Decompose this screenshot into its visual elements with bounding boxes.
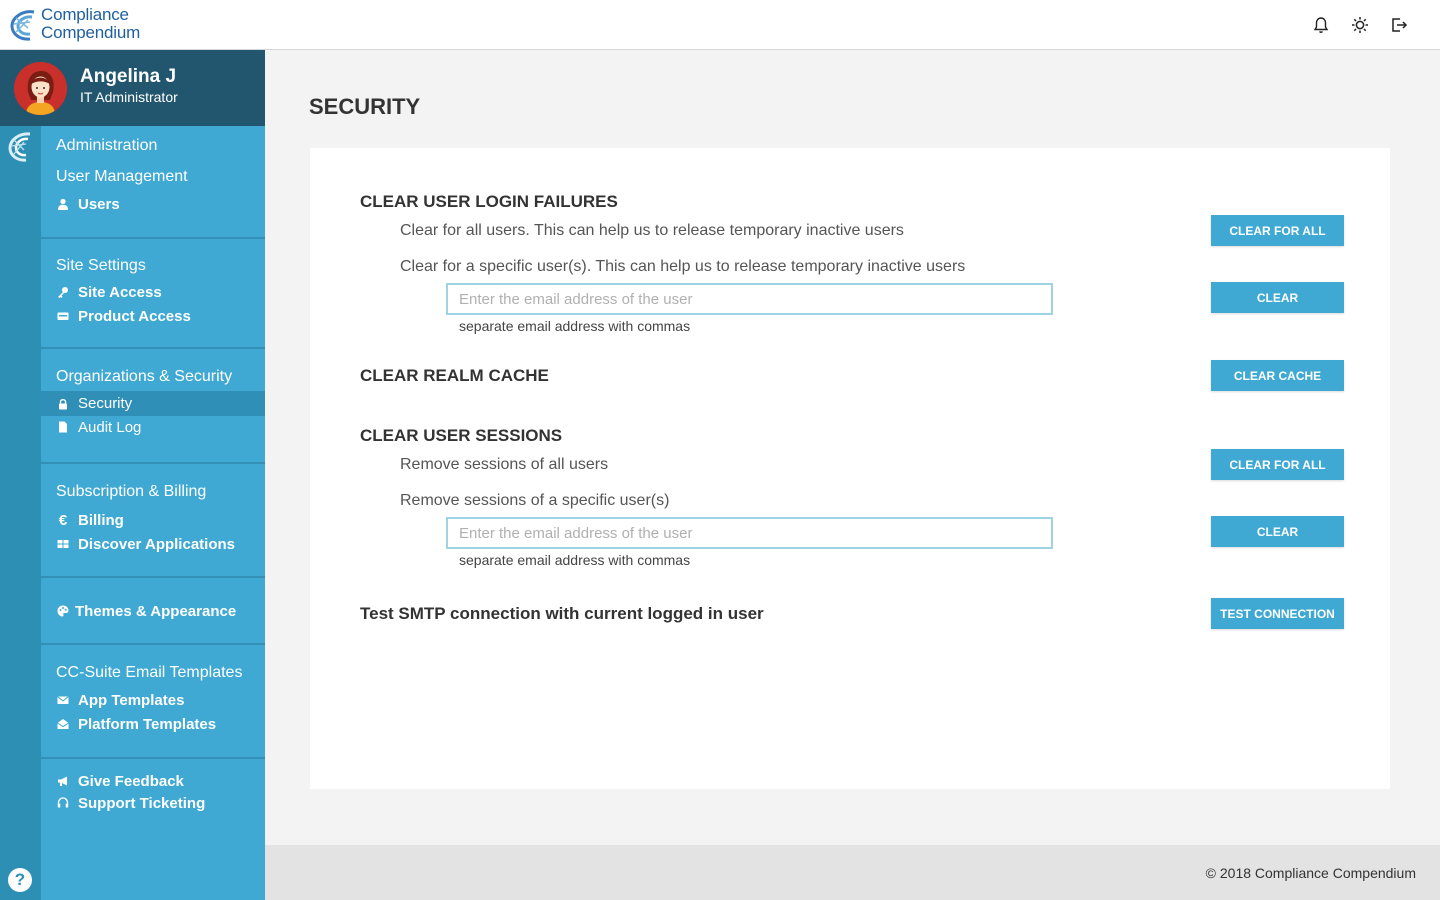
sidebar-item-platform-templates[interactable]: Platform Templates — [41, 712, 265, 736]
sidebar-item-give-feedback[interactable]: Give Feedback — [41, 769, 265, 793]
envelope-icon — [56, 693, 70, 707]
lock-icon — [56, 397, 70, 411]
sidebar-item-audit-log[interactable]: Audit Log — [41, 415, 265, 439]
sidebar-item-label: Give Feedback — [78, 772, 184, 790]
nav-group-title: CC-Suite Email Templates — [56, 664, 243, 681]
left-rail: ? — [0, 50, 41, 900]
nav-section-administration: Administration — [56, 137, 158, 154]
nav-group-user-management: Administration User Management Users — [41, 126, 265, 239]
sidebar-item-app-templates[interactable]: App Templates — [41, 688, 265, 712]
rail-logo-icon — [8, 132, 31, 162]
test-connection-button[interactable]: TEST CONNECTION — [1211, 598, 1344, 629]
sidebar-item-label: Platform Templates — [78, 715, 217, 733]
sidebar-item-site-access[interactable]: Site Access — [41, 280, 265, 304]
help-icon[interactable]: ? — [8, 868, 32, 892]
footer-copyright: © 2018 Compliance Compendium — [1205, 865, 1416, 881]
nav-group-themes: Themes & Appearance — [41, 578, 265, 645]
sidebar-nav: Administration User Management Users Sit… — [41, 126, 265, 900]
section-title-login-failures: CLEAR USER LOGIN FAILURES — [360, 192, 618, 211]
sidebar-item-security[interactable]: Security — [41, 391, 265, 416]
nav-group-email-templates: CC-Suite Email Templates App Templates P… — [41, 645, 265, 759]
sidebar-item-billing[interactable]: € Billing — [41, 508, 265, 532]
page-title: SECURITY — [309, 94, 421, 119]
top-bar: Compliance Compendium — [0, 0, 1440, 50]
sidebar-item-label: Themes & Appearance — [75, 602, 237, 620]
nav-group-title: User Management — [56, 168, 188, 185]
sidebar-item-label: Discover Applications — [78, 535, 235, 553]
user-icon — [56, 197, 70, 211]
sessions-email-field[interactable] — [446, 517, 1053, 549]
section-title-user-sessions: CLEAR USER SESSIONS — [360, 426, 563, 445]
login-failures-email-hint: separate email address with commas — [459, 318, 691, 334]
nav-group-subscription-billing: Subscription & Billing € Billing Discove… — [41, 464, 265, 578]
clear-sessions-specific-button[interactable]: CLEAR — [1211, 516, 1344, 547]
brand-line-2: Compendium — [41, 23, 141, 42]
clear-login-failures-specific-button[interactable]: CLEAR — [1211, 282, 1344, 313]
sidebar-item-support-ticketing[interactable]: Support Ticketing — [41, 791, 265, 815]
sessions-email-hint: separate email address with commas — [459, 552, 691, 568]
security-card: CLEAR USER LOGIN FAILURES Clear for all … — [310, 148, 1390, 789]
clear-sessions-all-button[interactable]: CLEAR FOR ALL — [1211, 449, 1344, 480]
sidebar-item-label: App Templates — [78, 691, 185, 709]
user-profile[interactable]: Angelina J IT Administrator — [0, 50, 265, 126]
sessions-specific-description: Remove sessions of a specific user(s) — [400, 492, 670, 509]
section-title-smtp: Test SMTP connection with current logged… — [360, 604, 764, 623]
avatar — [14, 62, 67, 115]
file-icon — [56, 420, 70, 434]
brand-logo[interactable]: Compliance Compendium — [8, 6, 168, 44]
sidebar-item-label: Product Access — [78, 307, 191, 325]
sidebar-item-label: Site Access — [78, 283, 162, 301]
sidebar-item-label: Security — [78, 395, 133, 412]
profile-name: Angelina J — [80, 66, 177, 87]
header-actions — [1310, 14, 1410, 36]
euro-icon: € — [58, 511, 68, 529]
clear-cache-button[interactable]: CLEAR CACHE — [1211, 360, 1344, 391]
sidebar-item-label: Audit Log — [78, 418, 142, 436]
brand-line-1: Compliance — [41, 5, 129, 24]
sidebar-item-discover-applications[interactable]: Discover Applications — [41, 532, 265, 556]
card-icon — [56, 309, 70, 323]
brand-name: Compliance Compendium — [41, 6, 140, 42]
login-failures-all-description: Clear for all users. This can help us to… — [400, 222, 904, 239]
headset-icon — [56, 796, 70, 810]
nav-group-site-settings: Site Settings Site Access Product Access — [41, 239, 265, 349]
sessions-all-description: Remove sessions of all users — [400, 456, 609, 473]
brand-logo-icon — [10, 10, 35, 41]
nav-group-organizations-security: Organizations & Security Security Audit … — [41, 349, 265, 464]
envelope-open-icon — [56, 717, 70, 731]
sidebar-item-label: Support Ticketing — [78, 794, 206, 812]
megaphone-icon — [56, 774, 70, 788]
nav-group-title: Subscription & Billing — [56, 483, 207, 500]
sidebar-item-label: Billing — [78, 511, 124, 529]
sidebar-item-product-access[interactable]: Product Access — [41, 304, 265, 328]
login-failures-email-field[interactable] — [446, 283, 1053, 315]
nav-group-title: Organizations & Security — [56, 368, 233, 385]
logout-icon[interactable] — [1388, 14, 1410, 36]
sidebar-item-themes-appearance[interactable]: Themes & Appearance — [41, 599, 265, 623]
profile-role: IT Administrator — [80, 89, 178, 105]
section-title-realm-cache: CLEAR REALM CACHE — [360, 366, 549, 385]
nav-group-title: Site Settings — [56, 257, 146, 274]
bell-icon[interactable] — [1310, 14, 1332, 36]
sidebar-item-users[interactable]: Users — [41, 192, 265, 216]
nav-group-support: Give Feedback Support Ticketing — [41, 759, 265, 900]
clear-login-failures-all-button[interactable]: CLEAR FOR ALL — [1211, 215, 1344, 246]
footer: © 2018 Compliance Compendium — [265, 845, 1440, 900]
grid-icon — [56, 537, 70, 551]
sidebar-item-label: Users — [78, 195, 120, 213]
key-icon — [56, 285, 70, 299]
palette-icon — [56, 604, 70, 618]
theme-sun-icon[interactable] — [1349, 14, 1371, 36]
login-failures-specific-description: Clear for a specific user(s). This can h… — [400, 258, 966, 275]
